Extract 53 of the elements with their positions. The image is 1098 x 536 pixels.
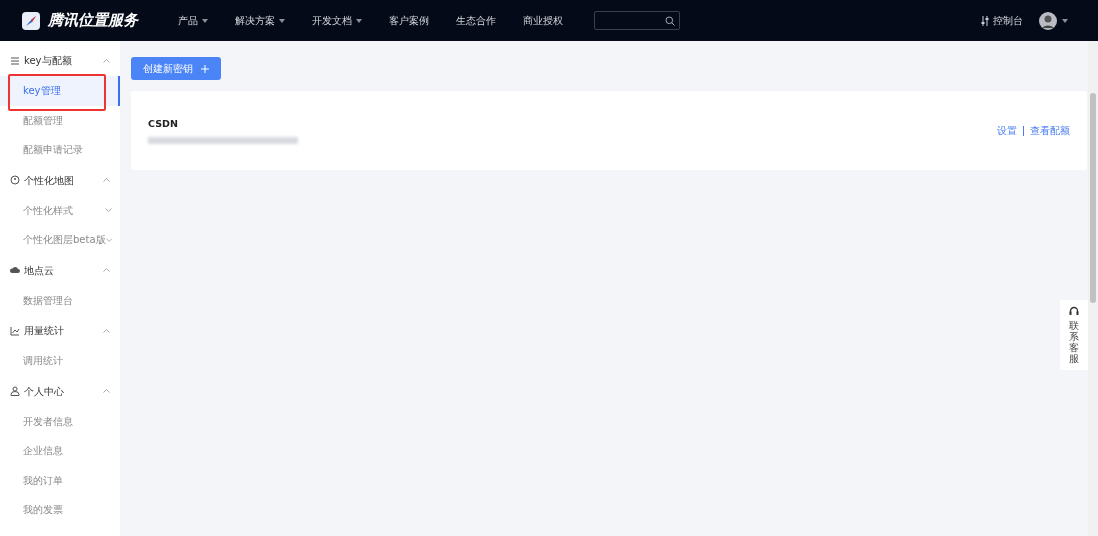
chevron-down-icon[interactable] (105, 208, 112, 213)
menu-item[interactable]: 个性化图层beta版 (0, 225, 120, 255)
selection-indicator (118, 76, 120, 106)
menu-group[interactable]: 用量统计 (0, 315, 120, 346)
caret-icon (202, 18, 208, 23)
menu-group[interactable]: key与配额 (0, 45, 120, 76)
search-icon[interactable] (665, 15, 675, 26)
menu-item[interactable]: 调用统计 (0, 346, 120, 376)
sliders-icon (981, 15, 989, 26)
list-icon (10, 55, 20, 66)
nav-link[interactable]: 商业授权 (523, 13, 563, 28)
chevron-up-icon[interactable] (103, 389, 110, 393)
key-name: CSDN (148, 116, 179, 131)
caret-icon (279, 18, 285, 23)
chart-icon (10, 325, 20, 336)
chevron-up-icon[interactable] (103, 58, 110, 63)
brand-name[interactable]: 腾讯位置服务 (48, 9, 138, 32)
nav-link[interactable]: 生态合作 (456, 13, 496, 28)
menu-group[interactable]: 个性化地图 (0, 164, 120, 196)
caret-icon (1062, 18, 1068, 23)
chevron-up-icon[interactable] (103, 268, 110, 272)
menu-item[interactable]: 配额管理 (0, 105, 120, 135)
headset-icon (1069, 306, 1079, 316)
search-field[interactable] (594, 11, 680, 30)
nav-link[interactable]: 产品 (178, 13, 208, 28)
nav-link[interactable]: 解决方案 (235, 13, 285, 28)
plus-icon (201, 64, 209, 73)
palette-icon (10, 175, 20, 185)
menu-item[interactable]: 我的发票 (0, 495, 120, 525)
menu-item[interactable]: 开发者信息 (0, 406, 120, 436)
menu-item[interactable]: 企业信息 (0, 436, 120, 466)
avatar[interactable] (1039, 11, 1057, 30)
menu-item[interactable]: 配额申请记录 (0, 135, 120, 165)
chevron-up-icon[interactable] (103, 328, 110, 333)
menu-group[interactable]: 个人中心 (0, 375, 120, 407)
person-icon (10, 386, 20, 396)
nav-link[interactable]: 客户案例 (389, 13, 429, 28)
chevron-up-icon[interactable] (103, 178, 110, 182)
create-key-button[interactable]: 创建新密钥 (131, 57, 221, 80)
support-tab[interactable]: 联系客服 (1060, 300, 1088, 370)
menu-group[interactable]: 地点云 (0, 254, 120, 286)
caret-icon (356, 18, 362, 23)
cloud-icon (10, 265, 20, 275)
logo-icon[interactable] (22, 11, 40, 30)
nav-link[interactable]: 开发文档 (312, 13, 362, 28)
action-link[interactable]: 查看配额 (1030, 123, 1070, 138)
menu-item[interactable]: 我的订单 (0, 465, 120, 495)
menu-item[interactable]: 个性化样式 (0, 195, 120, 225)
scrollbar[interactable] (1088, 41, 1098, 536)
menu-item[interactable]: 数据管理台 (0, 285, 120, 315)
action-link[interactable]: 设置 (997, 123, 1017, 138)
console-link[interactable]: 控制台 (981, 13, 1023, 28)
chevron-down-icon[interactable] (105, 237, 112, 242)
